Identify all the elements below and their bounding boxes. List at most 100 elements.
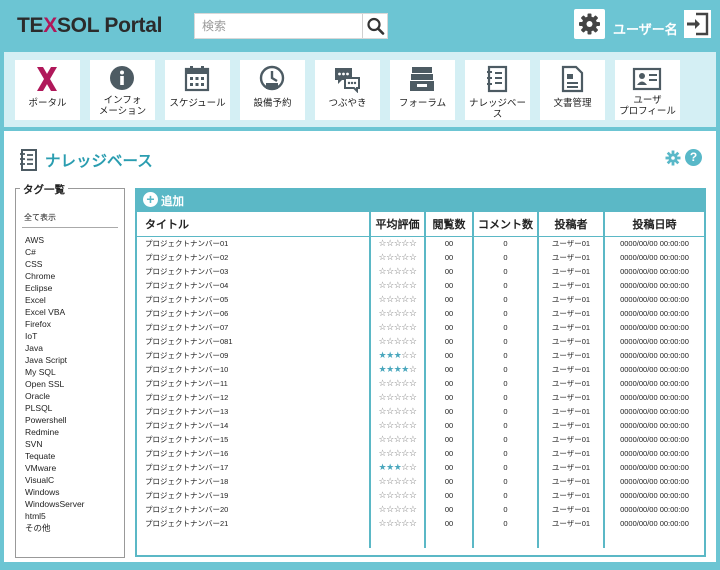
tag-item[interactable]: Redmine [25,426,85,438]
row-title-link[interactable]: プロジェクトナンバー19 [137,488,371,502]
user-name-link[interactable]: ユーザー名 [613,19,678,38]
row-author: ユーザー01 [538,474,605,488]
row-title-link[interactable]: プロジェクトナンバー05 [137,292,371,306]
tag-item[interactable]: Windows [25,486,85,498]
tag-item[interactable]: Java [25,342,85,354]
settings-button[interactable] [574,9,605,39]
tag-item[interactable]: Powershell [25,414,85,426]
tag-item[interactable]: CSS [25,258,85,270]
table-row[interactable]: プロジェクトナンバー10 ★★★★☆ 00 0 ユーザー01 0000/00/00 00:… [137,362,704,376]
nav-item-profile[interactable]: ユーザ プロフィール [615,60,680,120]
tag-item[interactable]: その他 [25,522,85,534]
row-title-link[interactable]: プロジェクトナンバー12 [137,390,371,404]
tag-item[interactable]: AWS [25,234,85,246]
table-row[interactable]: プロジェクトナンバー13 ☆☆☆☆☆ 00 0 ユーザー01 0000/00/00 00:… [137,404,704,418]
nav-item-forum[interactable]: フォーラム [390,60,455,120]
row-title-link[interactable]: プロジェクトナンバー18 [137,474,371,488]
nav-item-tweet[interactable]: つぶやき [315,60,380,120]
row-title-link[interactable]: プロジェクトナンバー10 [137,362,371,376]
table-row[interactable]: プロジェクトナンバー12 ☆☆☆☆☆ 00 0 ユーザー01 0000/00/00 00:… [137,390,704,404]
row-title-link[interactable]: プロジェクトナンバー01 [137,236,371,250]
table-row[interactable]: プロジェクトナンバー01 ☆☆☆☆☆ 00 0 ユーザー01 0000/00/00 00:… [137,236,704,250]
row-title-link[interactable]: プロジェクトナンバー11 [137,376,371,390]
tag-item[interactable]: WindowsServer [25,498,85,510]
tag-item[interactable]: Oracle [25,390,85,402]
row-title-link[interactable]: プロジェクトナンバー21 [137,516,371,530]
tag-item[interactable]: VisualC [25,474,85,486]
tag-item[interactable]: Firefox [25,318,85,330]
table-row[interactable]: プロジェクトナンバー03 ☆☆☆☆☆ 00 0 ユーザー01 0000/00/00 00:… [137,264,704,278]
tag-item[interactable]: Tequate [25,450,85,462]
table-row[interactable]: プロジェクトナンバー06 ☆☆☆☆☆ 00 0 ユーザー01 0000/00/00 00:… [137,306,704,320]
row-title-link[interactable]: プロジェクトナンバー07 [137,320,371,334]
row-title-link[interactable]: プロジェクトナンバー13 [137,404,371,418]
star-icon: ☆ [401,279,409,290]
column-header-title[interactable]: タイトル [137,212,371,237]
table-row[interactable]: プロジェクトナンバー14 ☆☆☆☆☆ 00 0 ユーザー01 0000/00/00 00:… [137,418,704,432]
row-title-link[interactable]: プロジェクトナンバー16 [137,446,371,460]
nav-item-schedule[interactable]: スケジュール [165,60,230,120]
nav-item-facility[interactable]: 設備予約 [240,60,305,120]
tag-item[interactable]: Excel VBA [25,306,85,318]
row-title-link[interactable]: プロジェクトナンバー20 [137,502,371,516]
table-row[interactable]: プロジェクトナンバー09 ★★★☆☆ 00 0 ユーザー01 0000/00/00 00:… [137,348,704,362]
logout-button[interactable] [684,10,711,38]
tag-item[interactable]: Excel [25,294,85,306]
tag-item[interactable]: SVN [25,438,85,450]
row-title-link[interactable]: プロジェクトナンバー15 [137,432,371,446]
tag-item[interactable]: IoT [25,330,85,342]
tag-item[interactable]: VMware [25,462,85,474]
nav-item-info[interactable]: インフォ メーション [90,60,155,120]
search-button[interactable] [362,14,387,38]
table-row[interactable]: プロジェクトナンバー02 ☆☆☆☆☆ 00 0 ユーザー01 0000/00/00 00:… [137,250,704,264]
table-row[interactable]: プロジェクトナンバー081 ☆☆☆☆☆ 00 0 ユーザー01 0000/00/00 00… [137,334,704,348]
tag-item[interactable]: My SQL [25,366,85,378]
tag-show-all-link[interactable]: 全て表示 [24,212,56,223]
table-row[interactable]: プロジェクトナンバー15 ☆☆☆☆☆ 00 0 ユーザー01 0000/00/00 00:… [137,432,704,446]
row-views: 00 [425,474,474,488]
row-title-link[interactable]: プロジェクトナンバー03 [137,264,371,278]
tag-item[interactable]: PLSQL [25,402,85,414]
tag-item[interactable]: html5 [25,510,85,522]
row-title-link[interactable]: プロジェクトナンバー09 [137,348,371,362]
nav-item-knowledge[interactable]: ナレッジベース [465,60,530,120]
column-header-author[interactable]: 投稿者 [538,212,605,237]
table-row[interactable]: プロジェクトナンバー20 ☆☆☆☆☆ 00 0 ユーザー01 0000/00/00 00:… [137,502,704,516]
star-icon: ☆ [401,377,409,388]
row-title-link[interactable]: プロジェクトナンバー14 [137,418,371,432]
empty-cell [604,530,704,548]
tag-item[interactable]: Eclipse [25,282,85,294]
help-icon[interactable]: ? [685,149,702,166]
column-header-date[interactable]: 投稿日時 [604,212,704,237]
column-header-views[interactable]: 閲覧数 [425,212,474,237]
logo[interactable]: TEXSOL Portal [17,14,162,38]
gear-icon[interactable] [665,150,681,166]
document-icon [561,65,584,93]
table-row[interactable]: プロジェクトナンバー17 ★★★☆☆ 00 0 ユーザー01 0000/00/00 00:… [137,460,704,474]
table-row[interactable]: プロジェクトナンバー07 ☆☆☆☆☆ 00 0 ユーザー01 0000/00/00 00:… [137,320,704,334]
table-row[interactable]: プロジェクトナンバー16 ☆☆☆☆☆ 00 0 ユーザー01 0000/00/00 00:… [137,446,704,460]
column-header-comments[interactable]: コメント数 [473,212,539,237]
table-row[interactable]: プロジェクトナンバー21 ☆☆☆☆☆ 00 0 ユーザー01 0000/00/00 00:… [137,516,704,530]
table-row[interactable]: プロジェクトナンバー04 ☆☆☆☆☆ 00 0 ユーザー01 0000/00/00 00:… [137,278,704,292]
row-title-link[interactable]: プロジェクトナンバー06 [137,306,371,320]
tag-item[interactable]: Java Script [25,354,85,366]
row-views: 00 [425,348,474,362]
nav-item-portal[interactable]: ポータル [15,60,80,120]
table-row[interactable]: プロジェクトナンバー19 ☆☆☆☆☆ 00 0 ユーザー01 0000/00/00 00:… [137,488,704,502]
nav-item-documents[interactable]: 文書管理 [540,60,605,120]
tag-item[interactable]: Open SSL [25,378,85,390]
tag-item[interactable]: Chrome [25,270,85,282]
search-input[interactable] [195,14,363,38]
table-row[interactable]: プロジェクトナンバー11 ☆☆☆☆☆ 00 0 ユーザー01 0000/00/00 00:… [137,376,704,390]
row-date: 0000/00/00 00:00:00 [620,406,689,416]
tag-item[interactable]: C# [25,246,85,258]
row-title-link[interactable]: プロジェクトナンバー04 [137,278,371,292]
row-title-link[interactable]: プロジェクトナンバー081 [137,334,371,348]
row-title-link[interactable]: プロジェクトナンバー02 [137,250,371,264]
row-date: 0000/00/00 00:00:00 [620,434,689,444]
table-row[interactable]: プロジェクトナンバー18 ☆☆☆☆☆ 00 0 ユーザー01 0000/00/00 00:… [137,474,704,488]
table-row[interactable]: プロジェクトナンバー05 ☆☆☆☆☆ 00 0 ユーザー01 0000/00/00 00:… [137,292,704,306]
column-header-rating[interactable]: 平均評価 [370,212,426,237]
row-title-link[interactable]: プロジェクトナンバー17 [137,460,371,474]
